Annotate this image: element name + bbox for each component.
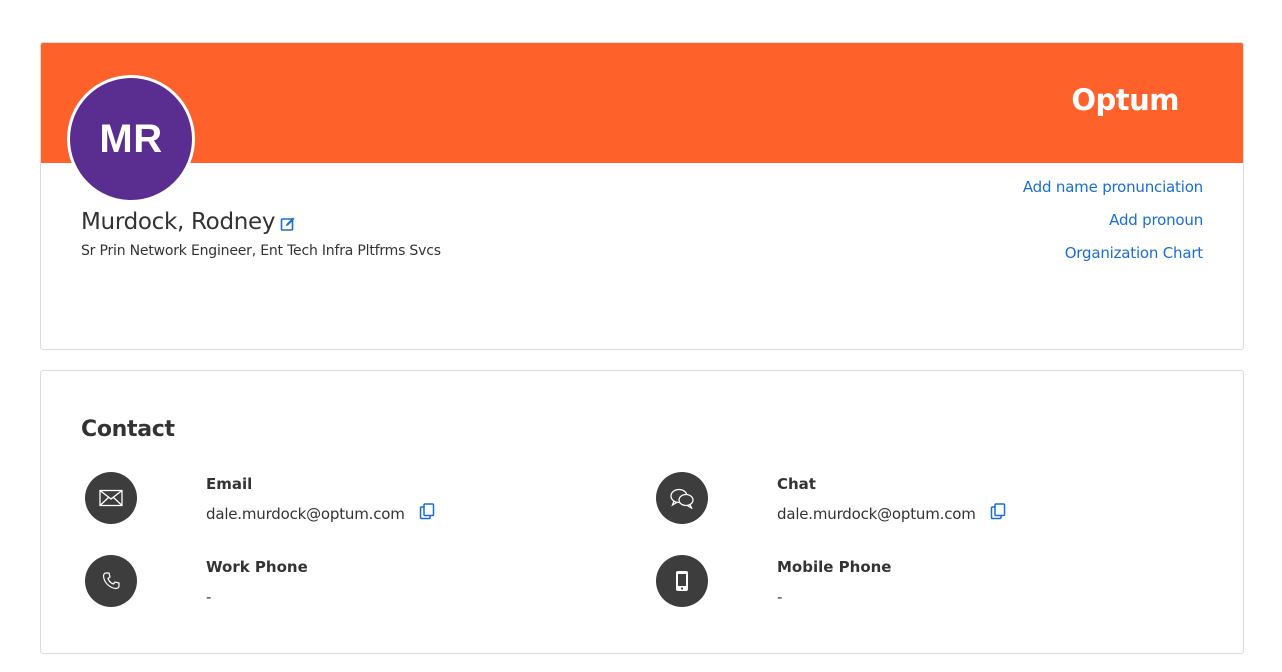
chat-label: Chat [777, 475, 816, 493]
mobile-phone-value: - [777, 588, 783, 606]
avatar-initials: MR [99, 116, 163, 161]
profile-banner: Optum [41, 43, 1243, 163]
edit-icon[interactable] [280, 216, 296, 232]
contact-title: Contact [81, 417, 175, 442]
contact-card: Contact Email dale.murdock@optum.com Cha… [40, 370, 1244, 654]
avatar: MR [67, 75, 195, 203]
contact-chat: Chat dale.murdock@optum.com [652, 472, 1092, 528]
profile-name: Murdock, Rodney [81, 209, 276, 235]
name-row: Murdock, Rodney [81, 209, 296, 235]
chat-bubbles-icon [656, 472, 708, 524]
email-label: Email [206, 475, 253, 493]
add-pronoun-link[interactable]: Add pronoun [1109, 209, 1203, 242]
contact-email: Email dale.murdock@optum.com [81, 472, 521, 528]
mobile-phone-label: Mobile Phone [777, 558, 892, 576]
contact-mobile-phone: Mobile Phone - [652, 555, 1092, 611]
work-phone-label: Work Phone [206, 558, 308, 576]
copy-chat-icon[interactable] [990, 503, 1006, 520]
organization-chart-link[interactable]: Organization Chart [1065, 242, 1203, 275]
contact-work-phone: Work Phone - [81, 555, 521, 611]
add-name-pronunciation-link[interactable]: Add name pronunciation [1023, 176, 1203, 209]
profile-card: Optum MR Murdock, Rodney Sr Prin Network… [40, 42, 1244, 350]
phone-icon [85, 555, 137, 607]
mobile-phone-icon [656, 555, 708, 607]
envelope-icon [85, 472, 137, 524]
work-phone-value: - [206, 588, 212, 606]
email-value[interactable]: dale.murdock@optum.com [206, 505, 405, 523]
copy-email-icon[interactable] [419, 503, 435, 520]
profile-links: Add name pronunciation Add pronoun Organ… [1023, 176, 1203, 275]
chat-value[interactable]: dale.murdock@optum.com [777, 505, 976, 523]
job-title: Sr Prin Network Engineer, Ent Tech Infra… [81, 243, 441, 259]
brand-logo: Optum [1071, 83, 1179, 117]
